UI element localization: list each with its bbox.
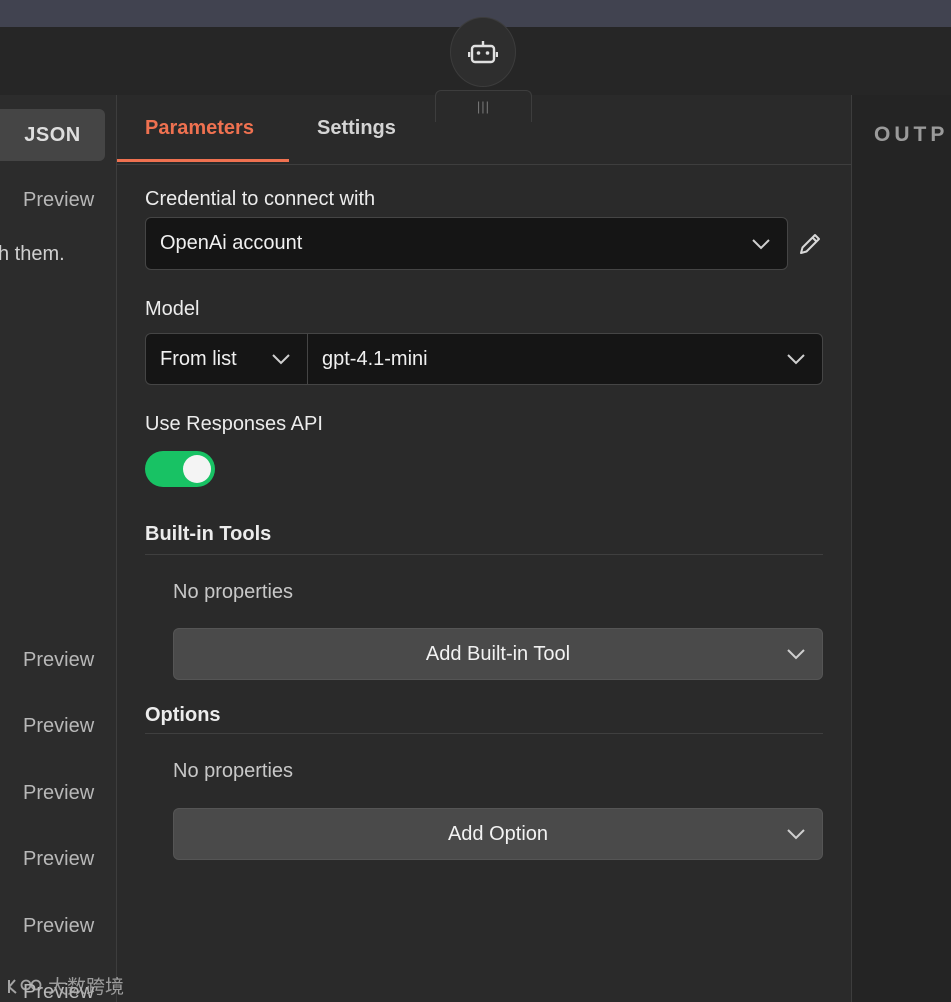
- model-select-group: From list gpt-4.1-mini: [145, 333, 823, 385]
- add-builtin-tool-label: Add Built-in Tool: [425, 642, 571, 665]
- preview-link[interactable]: Preview: [23, 649, 94, 672]
- chevron-down-icon: [787, 649, 805, 660]
- watermark-text: 大数跨境: [48, 977, 125, 998]
- add-builtin-tool-button[interactable]: Add Built-in Tool: [173, 628, 823, 680]
- tab-settings[interactable]: Settings: [317, 117, 396, 140]
- chevron-down-icon: [272, 354, 290, 365]
- output-title: OUTP: [874, 123, 949, 146]
- watermark: 大数跨境: [6, 972, 124, 999]
- parameters-panel: Parameters Settings Credential to connec…: [117, 95, 851, 1002]
- responses-api-toggle[interactable]: [145, 451, 215, 487]
- edit-pencil-icon[interactable]: [797, 231, 823, 257]
- json-view-button[interactable]: JSON: [0, 109, 105, 161]
- credential-value: OpenAi account: [160, 232, 303, 254]
- chevron-down-icon: [787, 829, 805, 840]
- output-panel: OUTP: [851, 95, 951, 1002]
- preview-link[interactable]: Preview: [23, 782, 94, 805]
- chevron-down-icon: [752, 238, 770, 249]
- model-select[interactable]: gpt-4.1-mini: [308, 334, 822, 384]
- preview-link[interactable]: Preview: [23, 915, 94, 938]
- builtin-tools-empty: No properties: [173, 581, 294, 603]
- drag-handle-grip: |||: [476, 99, 491, 114]
- responses-api-label: Use Responses API: [145, 413, 323, 435]
- model-value: gpt-4.1-mini: [322, 347, 428, 370]
- model-label: Model: [145, 298, 200, 320]
- options-empty: No properties: [173, 760, 294, 782]
- model-mode-select[interactable]: From list: [146, 334, 307, 384]
- preview-link[interactable]: Preview: [23, 715, 94, 738]
- section-divider: [145, 554, 823, 555]
- partial-text: h them.: [0, 243, 65, 265]
- builtin-tools-title: Built-in Tools: [145, 523, 272, 545]
- panel-drag-handle[interactable]: |||: [435, 90, 532, 122]
- section-divider: [145, 733, 823, 734]
- credential-label: Credential to connect with: [145, 188, 376, 210]
- preview-link[interactable]: Preview: [23, 189, 94, 212]
- chevron-down-icon: [787, 354, 805, 365]
- add-option-button[interactable]: Add Option: [173, 808, 823, 860]
- active-tab-indicator: [117, 159, 289, 162]
- robot-icon[interactable]: [450, 17, 516, 87]
- toggle-knob: [183, 455, 211, 483]
- model-mode-value: From list: [160, 347, 237, 370]
- preview-link[interactable]: Preview: [23, 848, 94, 871]
- input-panel: JSON Preview h them. Preview Preview Pre…: [0, 95, 117, 1002]
- add-option-label: Add Option: [447, 822, 549, 845]
- tab-parameters[interactable]: Parameters: [145, 117, 254, 140]
- credential-select[interactable]: OpenAi account: [145, 217, 788, 270]
- canvas-strip: |||: [0, 17, 951, 122]
- watermark-logo-icon: [8, 978, 42, 994]
- options-title: Options: [145, 704, 221, 726]
